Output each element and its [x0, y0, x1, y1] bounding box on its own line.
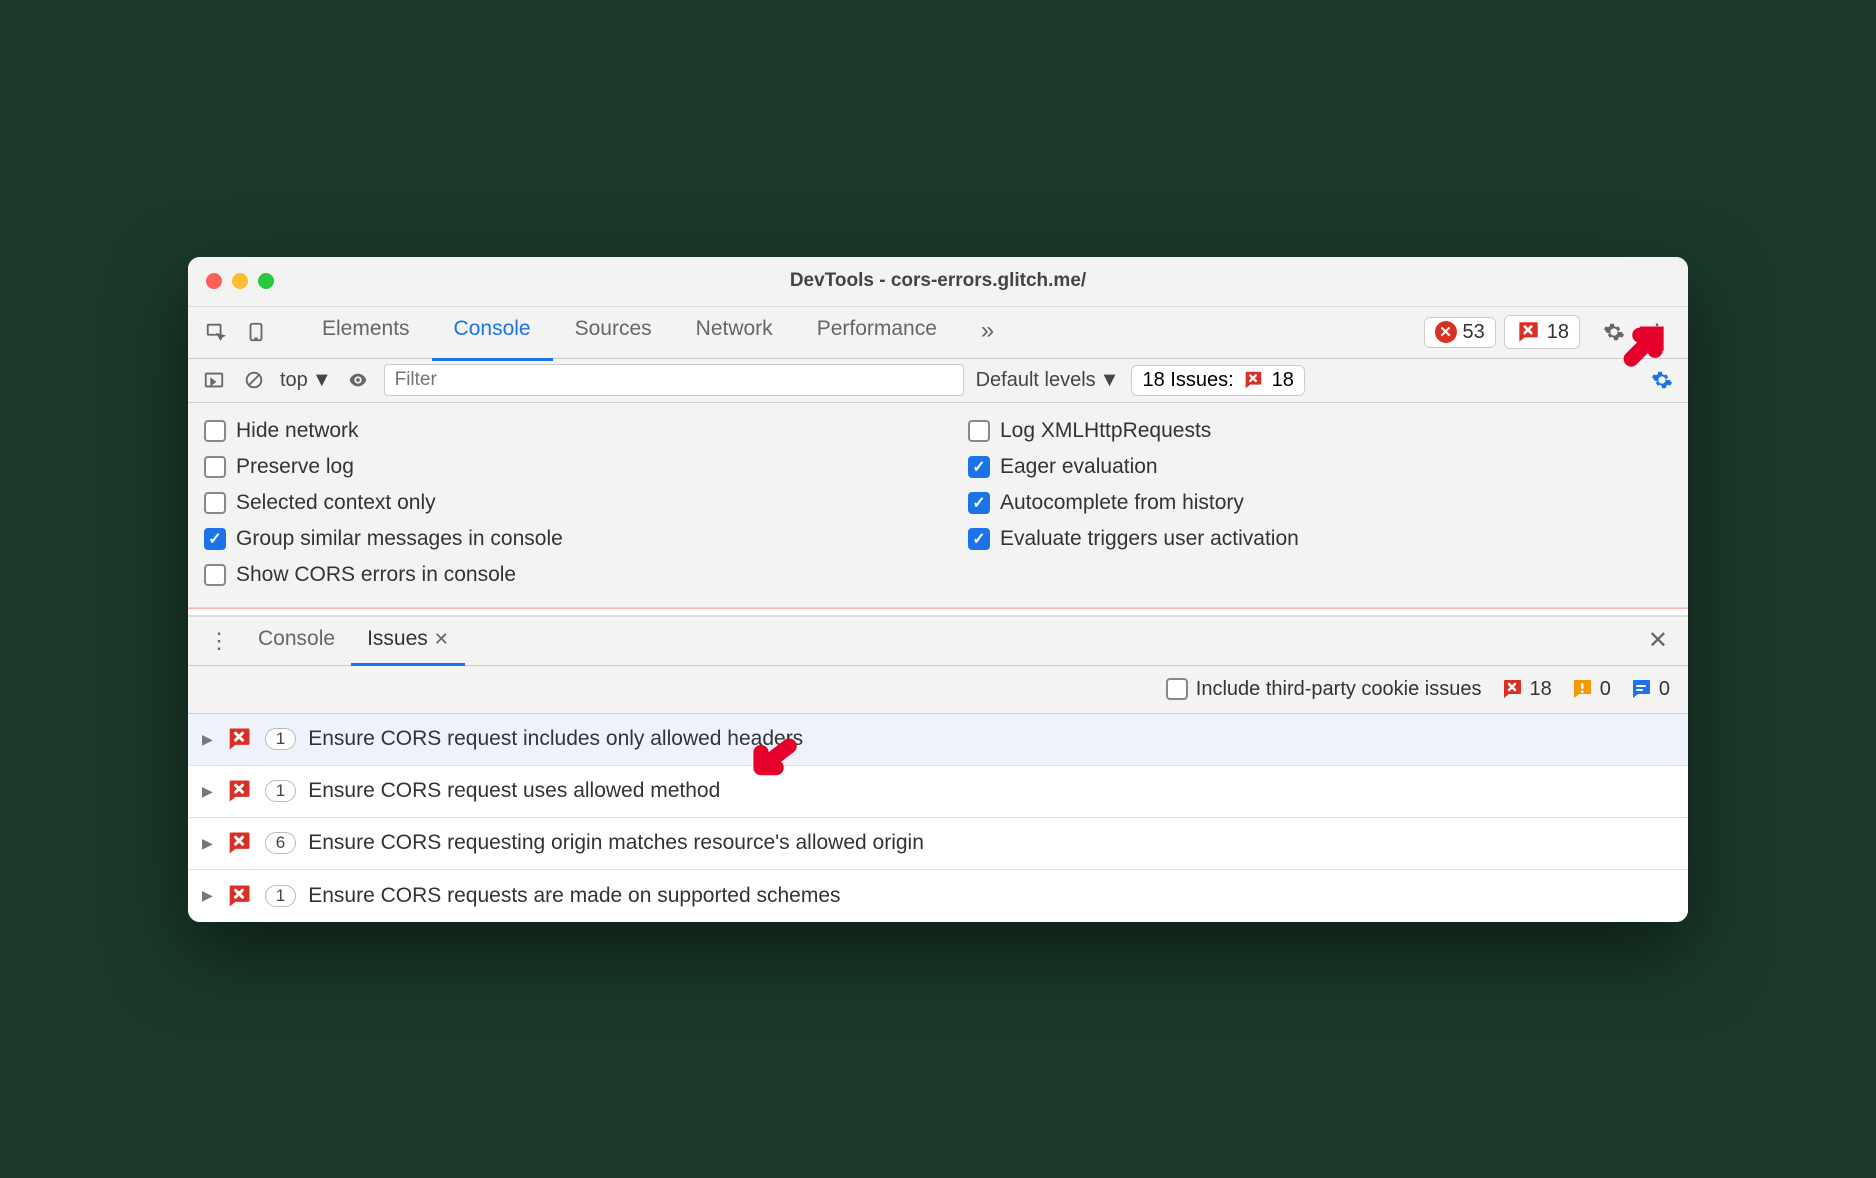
context-selector[interactable]: top ▼ — [280, 369, 332, 392]
warning-chat-icon — [1570, 677, 1594, 701]
issues-count-top: 18 — [1547, 321, 1569, 344]
chevron-down-icon: ▼ — [312, 369, 332, 392]
setting-group-similar[interactable]: Group similar messages in console — [204, 521, 908, 557]
annotation-arrow-icon — [748, 733, 800, 790]
errors-badge[interactable]: 53 — [1424, 317, 1496, 348]
expand-triangle-icon[interactable]: ▶ — [202, 731, 213, 748]
issue-count: 1 — [265, 780, 296, 802]
issue-chat-icon — [225, 777, 253, 805]
stat-warnings[interactable]: 0 — [1570, 677, 1611, 701]
checkbox-icon — [968, 456, 990, 478]
tab-overflow[interactable]: » — [959, 304, 1016, 361]
issue-title: Ensure CORS requesting origin matches re… — [308, 831, 924, 855]
setting-show-cors[interactable]: Show CORS errors in console — [204, 557, 908, 593]
checkbox-icon — [968, 528, 990, 550]
checkbox-icon — [968, 420, 990, 442]
live-expression-icon[interactable] — [344, 366, 372, 394]
console-settings-panel: Hide network Preserve log Selected conte… — [188, 403, 1688, 608]
errors-count: 53 — [1463, 321, 1485, 344]
issue-chat-icon — [1242, 369, 1264, 391]
sidebar-toggle-icon[interactable] — [200, 366, 228, 394]
drawer-tabs: ⋮ Console Issues ✕ ✕ — [188, 616, 1688, 666]
issue-row[interactable]: ▶ 1 Ensure CORS request uses allowed met… — [188, 766, 1688, 818]
setting-user-activation[interactable]: Evaluate triggers user activation — [968, 521, 1672, 557]
inspect-element-icon[interactable] — [200, 316, 232, 348]
expand-triangle-icon[interactable]: ▶ — [202, 783, 213, 800]
console-toolbar: top ▼ Default levels ▼ 18 Issues: 18 — [188, 359, 1688, 403]
devtools-window: DevTools - cors-errors.glitch.me/ Elemen… — [188, 257, 1688, 922]
issue-chat-icon — [225, 829, 253, 857]
info-chat-icon — [1629, 677, 1653, 701]
clear-console-icon[interactable] — [240, 366, 268, 394]
filter-input[interactable] — [384, 364, 964, 396]
drawer-close-icon[interactable]: ✕ — [1640, 618, 1676, 663]
stat-errors[interactable]: 18 — [1500, 677, 1552, 701]
issue-title: Ensure CORS request includes only allowe… — [308, 727, 803, 751]
context-label: top — [280, 369, 308, 392]
traffic-lights — [188, 273, 274, 289]
tab-performance[interactable]: Performance — [795, 304, 959, 361]
setting-hide-network[interactable]: Hide network — [204, 413, 908, 449]
issue-count: 1 — [265, 885, 296, 907]
log-levels-selector[interactable]: Default levels ▼ — [976, 369, 1120, 392]
issues-list: ▶ 1 Ensure CORS request includes only al… — [188, 714, 1688, 922]
checkbox-icon — [204, 564, 226, 586]
issue-chat-icon — [1500, 677, 1524, 701]
issue-title: Ensure CORS request uses allowed method — [308, 779, 720, 803]
include-3p-checkbox[interactable]: Include third-party cookie issues — [1166, 678, 1482, 701]
checkbox-icon — [204, 456, 226, 478]
issue-row[interactable]: ▶ 6 Ensure CORS requesting origin matche… — [188, 818, 1688, 870]
issue-row[interactable]: ▶ 1 Ensure CORS request includes only al… — [188, 714, 1688, 766]
minimize-window-button[interactable] — [232, 273, 248, 289]
tab-elements[interactable]: Elements — [300, 304, 432, 361]
issue-title: Ensure CORS requests are made on support… — [308, 884, 840, 908]
checkbox-icon — [204, 420, 226, 442]
issue-chat-icon — [225, 725, 253, 753]
issue-count: 1 — [265, 728, 296, 750]
issues-button[interactable]: 18 Issues: 18 — [1131, 365, 1304, 396]
drawer-tab-issues[interactable]: Issues ✕ — [351, 615, 465, 666]
expand-triangle-icon[interactable]: ▶ — [202, 887, 213, 904]
toolbar-badges: 53 18 — [1424, 315, 1581, 349]
annotation-arrow-icon — [1616, 320, 1668, 377]
levels-label: Default levels — [976, 369, 1096, 392]
checkbox-icon — [968, 492, 990, 514]
close-window-button[interactable] — [206, 273, 222, 289]
setting-eager-eval[interactable]: Eager evaluation — [968, 449, 1672, 485]
checkbox-icon — [204, 492, 226, 514]
issues-badge-count: 18 — [1272, 369, 1294, 392]
issue-chat-icon — [225, 882, 253, 910]
issues-options-bar: Include third-party cookie issues 18 0 0 — [188, 666, 1688, 714]
issue-row[interactable]: ▶ 1 Ensure CORS requests are made on sup… — [188, 870, 1688, 922]
issue-count: 6 — [265, 832, 296, 854]
issues-label: 18 Issues: — [1142, 369, 1233, 392]
issues-badge-top[interactable]: 18 — [1504, 315, 1580, 349]
setting-preserve-log[interactable]: Preserve log — [204, 449, 908, 485]
close-tab-icon[interactable]: ✕ — [434, 629, 449, 650]
stat-info[interactable]: 0 — [1629, 677, 1670, 701]
maximize-window-button[interactable] — [258, 273, 274, 289]
tab-network[interactable]: Network — [674, 304, 795, 361]
main-toolbar: Elements Console Sources Network Perform… — [188, 307, 1688, 359]
chevron-down-icon: ▼ — [1100, 369, 1120, 392]
setting-log-xhr[interactable]: Log XMLHttpRequests — [968, 413, 1672, 449]
error-icon — [1435, 321, 1457, 343]
issue-chat-icon — [1515, 319, 1541, 345]
device-toolbar-icon[interactable] — [240, 316, 272, 348]
drawer-kebab-icon[interactable]: ⋮ — [200, 628, 242, 654]
expand-triangle-icon[interactable]: ▶ — [202, 835, 213, 852]
setting-selected-context[interactable]: Selected context only — [204, 485, 908, 521]
window-title: DevTools - cors-errors.glitch.me/ — [188, 270, 1688, 292]
tab-sources[interactable]: Sources — [553, 304, 674, 361]
checkbox-icon — [1166, 678, 1188, 700]
titlebar: DevTools - cors-errors.glitch.me/ — [188, 257, 1688, 307]
setting-autocomplete[interactable]: Autocomplete from history — [968, 485, 1672, 521]
panel-tabs: Elements Console Sources Network Perform… — [300, 304, 1016, 361]
tab-console[interactable]: Console — [432, 304, 553, 361]
checkbox-icon — [204, 528, 226, 550]
drawer-tab-console[interactable]: Console — [242, 615, 351, 666]
